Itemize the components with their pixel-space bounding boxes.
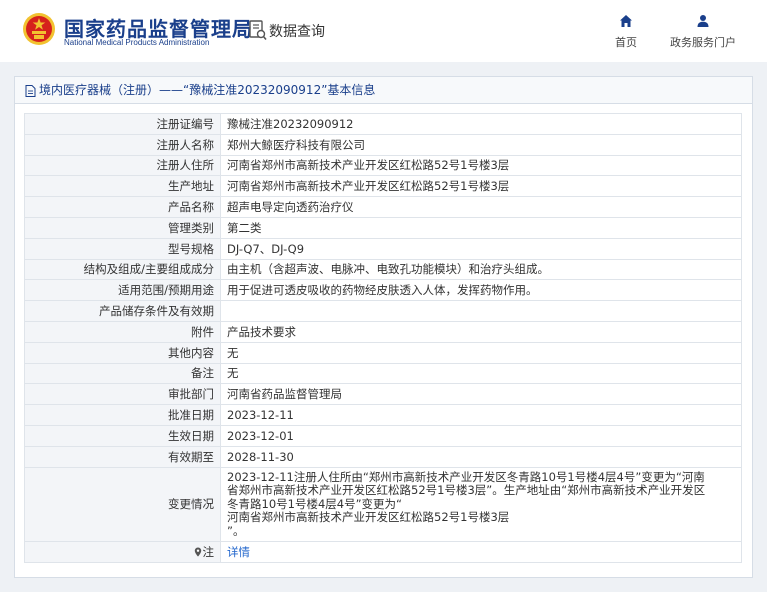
change-line: 省郑州市高新技术产业开发区红松路52号1号楼3层”。生产地址由“郑州市高新技术产… xyxy=(227,483,706,498)
note-label: 注 xyxy=(202,544,215,559)
table-row: 型号规格 DJ-Q7、DJ-Q9 xyxy=(24,237,742,260)
national-emblem-icon xyxy=(23,13,55,45)
row-value: 2023-12-01 xyxy=(220,424,742,447)
row-value: 产品技术要求 xyxy=(220,320,742,343)
row-label: 有效期至 xyxy=(24,445,221,468)
table-row: 适用范围/预期用途 用于促进可透皮吸收的药物经皮肤透入人体，发挥药物作用。 xyxy=(24,279,742,302)
nav-portal-label: 政务服务门户 xyxy=(670,36,736,49)
table-row: 审批部门 河南省药品监督管理局 xyxy=(24,383,742,406)
row-label: 注册证编号 xyxy=(24,113,221,135)
site-subtitle: National Medical Products Administration xyxy=(64,38,210,47)
row-value: 无 xyxy=(220,362,742,385)
row-value: 河南省药品监督管理局 xyxy=(220,383,742,406)
user-icon xyxy=(697,15,709,27)
row-value: 河南省郑州市高新技术产业开发区红松路52号1号楼3层 xyxy=(220,175,742,198)
table-row: 附件 产品技术要求 xyxy=(24,320,742,343)
row-value xyxy=(220,300,742,322)
row-value: 豫械注准20232090912 xyxy=(220,113,742,135)
row-value: 郑州大鲸医疗科技有限公司 xyxy=(220,133,742,156)
row-value: 由主机（含超声波、电脉冲、电致孔功能模块）和治疗头组成。 xyxy=(220,258,742,281)
row-value: 超声电导定向透药治疗仪 xyxy=(220,196,742,218)
nav-service-portal[interactable]: 政务服务门户 xyxy=(664,14,742,50)
change-line: 冬青路10号1号楼4层4号”变更为“ xyxy=(227,496,402,511)
row-value: DJ-Q7、DJ-Q9 xyxy=(220,237,742,260)
table-row: 结构及组成/主要组成成分 由主机（含超声波、电脉冲、电致孔功能模块）和治疗头组成。 xyxy=(24,258,742,281)
row-label: 备注 xyxy=(24,362,221,385)
change-value: 2023-12-11注册人住所由“郑州市高新技术产业开发区冬青路10号1号楼4层… xyxy=(220,466,742,543)
change-line: 河南省郑州市高新技术产业开发区红松路52号1号楼3层 xyxy=(227,510,510,525)
site-header: 国家药品监督管理局 National Medical Products Admi… xyxy=(0,0,767,62)
row-label: 生产地址 xyxy=(24,175,221,198)
row-value: 2023-12-11 xyxy=(220,404,742,426)
change-line: ”。 xyxy=(227,523,245,538)
detail-panel: 境内医疗器械（注册）——“豫械注准20232090912”基本信息 注册证编号豫… xyxy=(14,76,753,578)
table-row: 生效日期 2023-12-01 xyxy=(24,424,742,447)
row-label: 管理类别 xyxy=(24,216,221,239)
row-label: 结构及组成/主要组成成分 xyxy=(24,258,221,281)
row-label: 注册人住所 xyxy=(24,154,221,177)
document-icon xyxy=(25,84,36,97)
table-row: 批准日期 2023-12-11 xyxy=(24,404,742,426)
details-link[interactable]: 详情 xyxy=(227,545,250,559)
table-row-change: 变更情况 2023-12-11注册人住所由“郑州市高新技术产业开发区冬青路10号… xyxy=(24,466,742,543)
nav-home-label: 首页 xyxy=(615,36,637,49)
row-value: 用于促进可透皮吸收的药物经皮肤透入人体，发挥药物作用。 xyxy=(220,279,742,302)
table-row: 产品名称 超声电导定向透药治疗仪 xyxy=(24,196,742,218)
row-label: 审批部门 xyxy=(24,383,221,406)
row-label: 其他内容 xyxy=(24,341,221,364)
location-pin-icon xyxy=(194,547,201,557)
note-label-cell: 注 xyxy=(24,541,221,563)
row-value: 2028-11-30 xyxy=(220,445,742,468)
table-row-note: 注 详情 xyxy=(24,541,742,563)
table-row: 备注无 xyxy=(24,362,742,385)
home-icon xyxy=(620,15,632,27)
table-row: 注册人名称 郑州大鲸医疗科技有限公司 xyxy=(24,133,742,156)
row-label: 附件 xyxy=(24,320,221,343)
row-value: 无 xyxy=(220,341,742,364)
table-row: 产品储存条件及有效期 xyxy=(24,300,742,322)
data-query-icon xyxy=(249,20,267,41)
table-row: 其他内容无 xyxy=(24,341,742,364)
table-row: 有效期至 2028-11-30 xyxy=(24,445,742,468)
table-row: 生产地址 河南省郑州市高新技术产业开发区红松路52号1号楼3层 xyxy=(24,175,742,198)
registration-info-table: 注册证编号 豫械注准20232090912 注册人名称 郑州大鲸医疗科技有限公司 注… xyxy=(24,113,742,563)
change-line: 2023-12-11注册人住所由“郑州市高新技术产业开发区冬青路10号1号楼4层… xyxy=(227,469,705,484)
row-label: 批准日期 xyxy=(24,404,221,426)
data-query-link[interactable]: 数据查询 xyxy=(269,21,325,41)
row-label: 注册人名称 xyxy=(24,133,221,156)
nav-home[interactable]: 首页 xyxy=(610,14,642,50)
note-value: 详情 xyxy=(220,541,742,563)
table-row: 管理类别 第二类 xyxy=(24,216,742,239)
table-row: 注册人住所 河南省郑州市高新技术产业开发区红松路52号1号楼3层 xyxy=(24,154,742,177)
row-value: 第二类 xyxy=(220,216,742,239)
row-label: 产品名称 xyxy=(24,196,221,218)
row-label: 型号规格 xyxy=(24,237,221,260)
panel-heading: 境内医疗器械（注册）——“豫械注准20232090912”基本信息 xyxy=(15,77,752,104)
row-label: 适用范围/预期用途 xyxy=(24,279,221,302)
row-value: 河南省郑州市高新技术产业开发区红松路52号1号楼3层 xyxy=(220,154,742,177)
panel-heading-text: 境内医疗器械（注册）——“豫械注准20232090912”基本信息 xyxy=(39,83,376,97)
change-label: 变更情况 xyxy=(24,466,221,543)
row-label: 产品储存条件及有效期 xyxy=(24,300,221,322)
row-label: 生效日期 xyxy=(24,424,221,447)
table-row: 注册证编号 豫械注准20232090912 xyxy=(24,113,742,135)
